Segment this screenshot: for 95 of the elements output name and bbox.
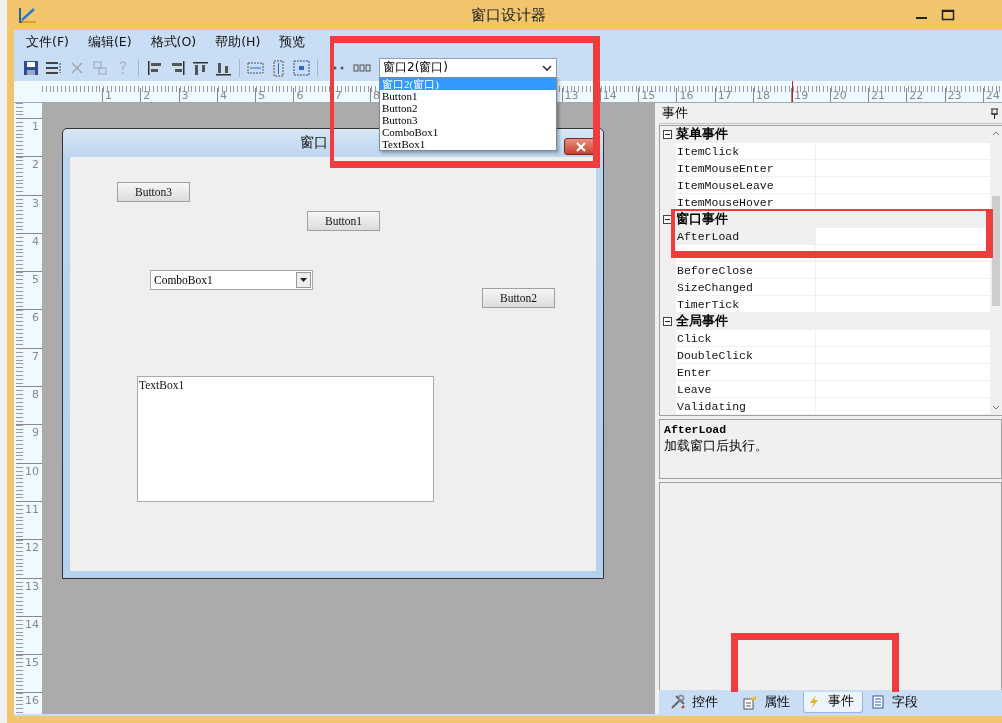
ruler-number: 8	[32, 388, 39, 404]
close-icon	[574, 141, 587, 152]
menu-item[interactable]: 文件(F)	[20, 30, 75, 54]
form-button[interactable]: Button3	[117, 182, 190, 202]
document-icon	[870, 694, 886, 710]
description-text: 加载窗口后执行。	[664, 438, 769, 455]
dropdown-option[interactable]: TextBox1	[380, 137, 556, 150]
scroll-up-icon	[992, 130, 1000, 136]
ruler-number: 23	[947, 89, 962, 102]
cursor-marker	[792, 81, 793, 102]
ruler-number: 15	[641, 89, 656, 102]
ruler-number: 16	[679, 89, 694, 102]
ruler-number: 4	[32, 234, 39, 250]
collapse-toggle[interactable]	[663, 130, 672, 139]
form-button[interactable]: Button1	[307, 211, 380, 231]
menu-item[interactable]: 预览	[273, 30, 312, 54]
category-label: 菜单事件	[676, 126, 728, 143]
event-name[interactable]: ItemMouseLeave	[676, 177, 816, 193]
ruler-number: 3	[181, 89, 189, 102]
event-name[interactable]: DoubleClick	[676, 347, 816, 363]
event-name[interactable]: SizeChanged	[676, 279, 816, 295]
ruler-number: 13	[564, 89, 579, 102]
ruler-number: 12	[25, 541, 39, 557]
event-name[interactable]: BeforeClose	[676, 262, 816, 278]
form-combobox[interactable]: ComboBox1	[150, 270, 313, 290]
ruler-number: 1	[105, 89, 112, 102]
ruler-number: 6	[32, 311, 39, 327]
ruler-number: 5	[258, 89, 266, 102]
ruler-number: 10	[25, 464, 39, 480]
ruler-number: 5	[32, 273, 39, 289]
panel-tab[interactable]: 事件	[803, 691, 863, 713]
scrollbar[interactable]	[990, 126, 1002, 415]
collapse-toggle[interactable]	[663, 215, 672, 224]
ruler-number: 13	[25, 579, 39, 595]
minus-icon	[665, 132, 670, 137]
ruler-number: 22	[909, 89, 924, 102]
ruler-number: 20	[832, 89, 847, 102]
pin-icon[interactable]	[990, 107, 999, 119]
ruler-number: 14	[602, 89, 617, 102]
category-label: 全局事件	[676, 313, 728, 330]
event-name[interactable]: TimerTick	[676, 296, 816, 312]
menu-item[interactable]: 帮助(H)	[209, 30, 267, 54]
event-name[interactable]: AfterLoad	[676, 228, 816, 244]
panel-tab[interactable]: 控件	[667, 691, 735, 713]
ruler-number: 18	[756, 89, 771, 102]
dropdown-option[interactable]: ComboBox1	[380, 125, 556, 138]
description-title: AfterLoad	[664, 423, 728, 436]
properties-icon	[742, 694, 758, 710]
ruler-number: 2	[143, 89, 151, 102]
app-icon	[18, 6, 38, 24]
scroll-down-icon	[992, 405, 1000, 411]
ruler-number: 15	[25, 656, 39, 672]
dropdown-arrow-icon	[300, 278, 307, 282]
ruler-number: 14	[25, 617, 39, 633]
event-name[interactable]: ItemMouseHover	[676, 194, 816, 210]
ruler-number: 7	[32, 349, 39, 365]
ruler-number: 2	[32, 158, 39, 174]
minus-icon	[665, 319, 670, 324]
ruler-number: 8	[373, 89, 381, 102]
ruler-number: 21	[870, 89, 885, 102]
panel-tab[interactable]: 字段	[867, 691, 927, 713]
ruler-number: 17	[717, 89, 732, 102]
ruler-number: 19	[794, 89, 809, 102]
event-name[interactable]: Enter	[676, 364, 816, 380]
form-button[interactable]: Button2	[482, 288, 555, 308]
minus-icon	[665, 217, 670, 222]
ruler-number: 11	[25, 502, 39, 518]
event-name[interactable]: Validating	[676, 398, 816, 414]
menu-item[interactable]: 格式(O)	[144, 30, 203, 54]
object-selector[interactable]: 窗口2(窗口)	[379, 57, 557, 78]
panel-title: 事件	[662, 104, 688, 122]
form-title: 窗口	[300, 134, 328, 152]
dropdown-option[interactable]: Button1	[380, 89, 556, 102]
collapse-toggle[interactable]	[663, 317, 672, 326]
ruler-number: 1	[32, 120, 39, 135]
window-title: 窗口设计器	[470, 5, 547, 25]
event-name[interactable]: Click	[676, 330, 816, 346]
ruler-number: 7	[334, 89, 342, 102]
ruler-number: 9	[32, 426, 39, 442]
ruler-number: 24	[985, 89, 1000, 102]
panel-tab[interactable]: 属性	[739, 691, 799, 713]
ruler-number: 16	[25, 694, 39, 710]
ruler-number: 6	[296, 89, 304, 102]
category-label: 窗口事件	[676, 211, 728, 228]
event-name[interactable]: ItemMouseEnter	[676, 160, 816, 176]
event-name[interactable]: Leave	[676, 381, 816, 397]
ruler-number: 3	[32, 196, 39, 212]
tools-icon	[670, 694, 686, 710]
dropdown-option[interactable]: Button3	[380, 113, 556, 126]
dropdown-option[interactable]: Button2	[380, 101, 556, 114]
same-size-icon[interactable]	[290, 57, 313, 78]
event-name[interactable]: ItemClick	[676, 143, 816, 159]
form-textbox[interactable]: TextBox1	[137, 376, 434, 502]
menu-item[interactable]: 编辑(E)	[81, 30, 138, 54]
ruler-number: 4	[219, 89, 227, 102]
